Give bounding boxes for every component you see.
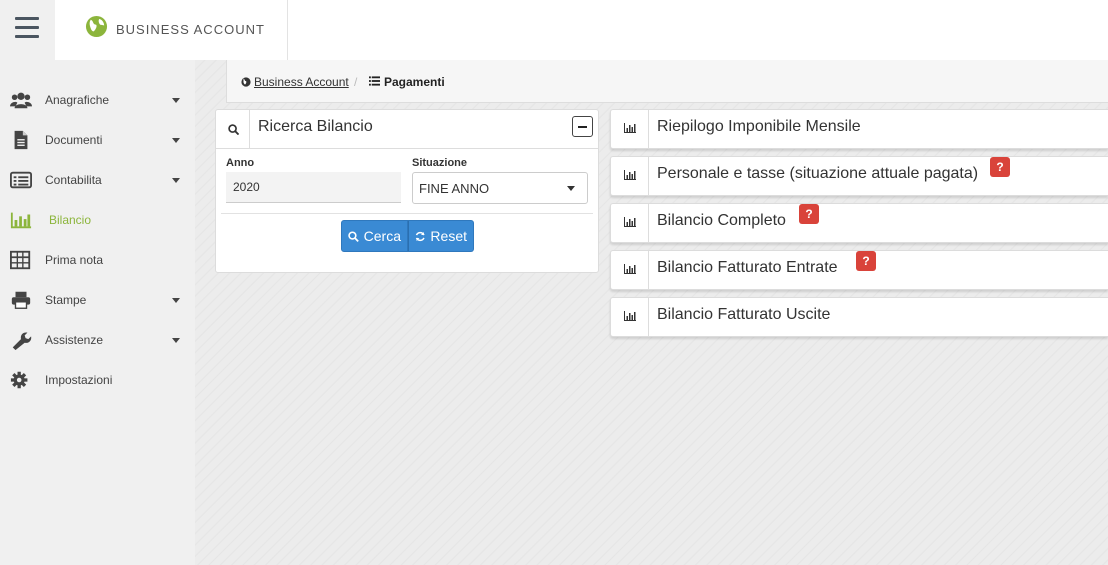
- divider: [221, 213, 593, 214]
- sidebar-item-label: Stampe: [45, 293, 87, 307]
- report-title: Personale e tasse (situazione attuale pa…: [657, 165, 979, 182]
- sidebar-item-label: Assistenze: [45, 333, 104, 347]
- report-title: Bilancio Fatturato Uscite: [657, 306, 831, 323]
- situazione-select[interactable]: FINE ANNO: [412, 172, 588, 204]
- refresh-icon: [415, 231, 425, 241]
- search-icon: [216, 110, 250, 148]
- sidebar-item-anagrafiche[interactable]: Anagrafiche: [0, 80, 195, 120]
- sidebar: Anagrafiche Documenti Contabilita Bilanc…: [0, 60, 195, 565]
- reset-label: Reset: [430, 228, 467, 244]
- caret-down-icon: [172, 178, 180, 183]
- situazione-selected-value: FINE ANNO: [419, 181, 490, 196]
- sidebar-item-label: Impostazioni: [45, 373, 113, 387]
- globe-icon: [85, 15, 108, 38]
- collapse-button[interactable]: [572, 116, 593, 137]
- report-title: Bilancio Completo: [657, 212, 786, 229]
- print-icon: [11, 291, 31, 309]
- sidebar-item-documenti[interactable]: Documenti: [0, 120, 195, 160]
- bar-chart-icon: [611, 251, 649, 289]
- bar-chart-icon: [611, 204, 649, 242]
- sidebar-item-label: Anagrafiche: [45, 93, 110, 107]
- search-panel-header: Ricerca Bilancio: [216, 110, 598, 149]
- hamburger-menu-icon[interactable]: [0, 0, 55, 60]
- sidebar-item-stampe[interactable]: Stampe: [0, 280, 195, 320]
- cerca-button[interactable]: Cerca: [341, 220, 408, 252]
- caret-down-icon: [172, 98, 180, 103]
- bar-chart-icon: [611, 298, 649, 336]
- sidebar-item-label: Prima nota: [45, 253, 104, 267]
- caret-down-icon: [172, 138, 180, 143]
- table-icon: [10, 250, 31, 270]
- caret-down-icon: [172, 338, 180, 343]
- breadcrumb-current: Pagamenti: [384, 75, 445, 89]
- sidebar-item-label: Contabilita: [45, 173, 102, 187]
- brand-title: BUSINESS ACCOUNT: [116, 22, 265, 37]
- sidebar-item-label: Bilancio: [49, 213, 92, 227]
- caret-down-icon: [567, 186, 575, 191]
- users-icon: [10, 92, 32, 109]
- bar-chart-icon: [611, 157, 649, 195]
- help-button[interactable]: ?: [799, 204, 819, 224]
- sidebar-item-bilancio[interactable]: Bilancio: [0, 200, 195, 240]
- report-bilancio-fatturato-entrate[interactable]: Bilancio Fatturato Entrate ?: [610, 250, 1108, 290]
- bar-chart-icon: [611, 110, 649, 148]
- report-bilancio-completo[interactable]: Bilancio Completo ?: [610, 203, 1108, 243]
- reset-button[interactable]: Reset: [408, 220, 474, 252]
- file-icon: [14, 130, 28, 150]
- sidebar-item-impostazioni[interactable]: Impostazioni: [0, 360, 195, 400]
- top-header: BUSINESS ACCOUNT: [0, 0, 1108, 60]
- sidebar-item-contabilita[interactable]: Contabilita: [0, 160, 195, 200]
- globe-icon: [241, 77, 251, 87]
- wrench-icon: [12, 332, 32, 350]
- gear-icon: [10, 371, 28, 389]
- breadcrumb-separator: /: [354, 75, 358, 89]
- situazione-label: Situazione: [412, 157, 468, 169]
- report-personale-e-tasse[interactable]: Personale e tasse (situazione attuale pa…: [610, 156, 1108, 196]
- brand-logo[interactable]: BUSINESS ACCOUNT: [55, 0, 288, 60]
- sidebar-item-assistenze[interactable]: Assistenze: [0, 320, 195, 360]
- help-button[interactable]: ?: [990, 157, 1010, 177]
- sidebar-item-prima-nota[interactable]: Prima nota: [0, 240, 195, 280]
- main-content: Business Account / Pagamenti Ricerca Bil…: [195, 60, 1108, 565]
- help-button[interactable]: ?: [856, 251, 876, 271]
- search-panel-title: Ricerca Bilancio: [258, 118, 373, 135]
- anno-label: Anno: [226, 157, 255, 169]
- search-icon: [348, 230, 359, 242]
- report-bilancio-fatturato-uscite[interactable]: Bilancio Fatturato Uscite: [610, 297, 1108, 337]
- sidebar-item-label: Documenti: [45, 133, 103, 147]
- breadcrumb: Business Account / Pagamenti: [226, 60, 1108, 103]
- cerca-label: Cerca: [363, 228, 401, 244]
- search-panel: Ricerca Bilancio Anno Situazione FINE AN…: [215, 109, 599, 273]
- anno-input[interactable]: [226, 172, 401, 203]
- caret-down-icon: [172, 298, 180, 303]
- breadcrumb-home-link[interactable]: Business Account: [254, 75, 349, 89]
- search-button-group: Cerca Reset: [341, 220, 474, 252]
- report-riepilogo-imponibile-mensile[interactable]: Riepilogo Imponibile Mensile: [610, 109, 1108, 149]
- list-icon: [369, 76, 380, 86]
- list-alt-icon: [10, 171, 32, 189]
- report-title: Riepilogo Imponibile Mensile: [657, 118, 861, 135]
- bar-chart-icon: [10, 212, 32, 229]
- report-title: Bilancio Fatturato Entrate: [657, 259, 838, 276]
